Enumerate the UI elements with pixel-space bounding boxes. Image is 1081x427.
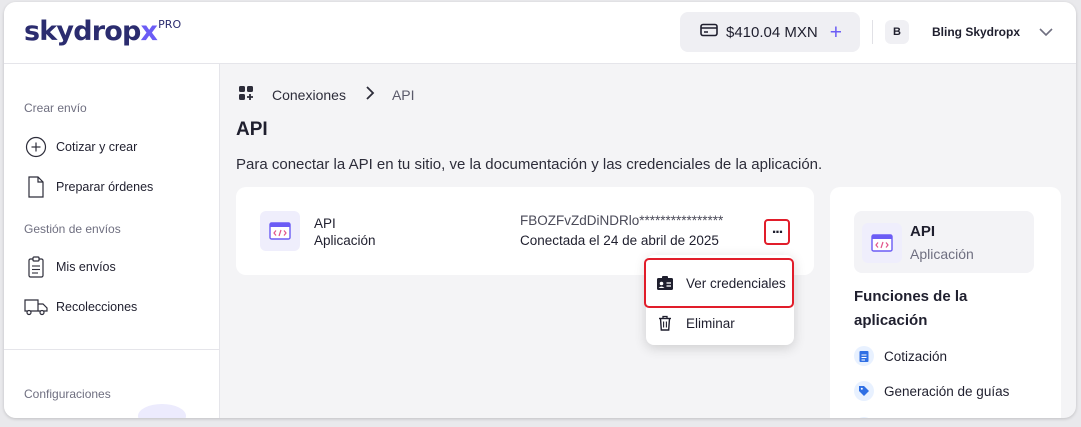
sidebar-item-label: Cotizar y crear — [56, 140, 138, 154]
more-options-button[interactable]: ... — [764, 219, 790, 245]
breadcrumb: Conexiones API — [238, 85, 415, 104]
logo-text: skydrop — [24, 16, 141, 47]
delete-menu-item[interactable]: Eliminar — [646, 311, 735, 335]
sidebar-item-shipments[interactable]: Mis envíos — [24, 255, 116, 279]
feature-quote: Cotización — [854, 346, 947, 366]
sidebar-section-config: Configuraciones — [24, 387, 111, 401]
skydropx-logo[interactable]: skydropxPRO — [24, 16, 181, 47]
sidebar-section-manage: Gestión de envíos — [24, 222, 121, 236]
sidebar-section-create: Crear envío — [24, 101, 87, 115]
balance-button[interactable]: $410.04 MXN + — [680, 12, 860, 52]
sidebar-item-quote[interactable]: Cotizar y crear — [24, 135, 137, 159]
connection-options-menu: Ver credenciales Eliminar — [644, 255, 794, 345]
plus-circle-icon — [24, 135, 48, 159]
feature-label: Cotización — [884, 348, 948, 364]
avatar[interactable]: B — [885, 20, 909, 44]
logo-pro-badge: PRO — [158, 18, 182, 31]
sidebar-item-label: Recolecciones — [56, 300, 138, 314]
document-icon — [24, 175, 48, 199]
functions-title: Funciones de la aplicación — [854, 288, 968, 329]
connection-api-key: FBOZFvZdDiNDRlo**************** — [520, 213, 724, 228]
sidebar-item-label: Preparar órdenes — [56, 180, 154, 194]
page-title: API — [236, 119, 268, 140]
sidebar-item-label: Mis envíos — [56, 260, 116, 274]
feature-label: Generación de guías — [884, 383, 1010, 399]
apps-icon — [238, 85, 254, 104]
sidebar: Crear envío Cotizar y crear Preparar órd… — [4, 64, 220, 418]
connection-status: Conectada el 24 de abril de 2025 — [520, 233, 719, 248]
code-window-icon — [260, 211, 300, 251]
app-name: API — [910, 223, 936, 240]
app-summary: API Aplicación — [854, 211, 1034, 273]
sidebar-item-orders[interactable]: Preparar órdenes — [24, 175, 153, 199]
wallet-icon — [700, 23, 718, 42]
feature-icon-partial — [854, 417, 874, 418]
breadcrumb-current: API — [391, 86, 415, 103]
sidebar-item-pickups[interactable]: Recolecciones — [24, 295, 137, 319]
app-details-panel: API Aplicación Funciones de la aplicació… — [830, 187, 1061, 418]
chevron-right-icon — [364, 85, 376, 104]
menu-item-label: Ver credenciales — [686, 275, 786, 291]
id-card-icon — [654, 275, 676, 291]
truck-icon — [24, 295, 48, 319]
tag-icon — [854, 381, 874, 401]
sidebar-decoration — [138, 404, 186, 418]
header-divider — [872, 20, 873, 44]
breadcrumb-connections[interactable]: Conexiones — [272, 87, 346, 103]
add-funds-icon[interactable]: + — [830, 22, 842, 43]
clipboard-list-icon — [854, 346, 874, 366]
page-description: Para conectar la API en tu sitio, ve la … — [236, 156, 823, 173]
view-credentials-menu-item[interactable]: Ver credenciales — [644, 258, 794, 308]
app-type: Aplicación — [910, 246, 974, 262]
feature-labels: Generación de guías — [854, 381, 1009, 401]
app-window: skydropxPRO $410.04 MXN + B Bling Skydro… — [4, 2, 1076, 418]
clipboard-icon — [24, 255, 48, 279]
trash-icon — [654, 315, 676, 331]
code-window-icon — [862, 223, 902, 263]
top-bar: skydropxPRO $410.04 MXN + B Bling Skydro… — [4, 2, 1076, 64]
username[interactable]: Bling Skydropx — [932, 25, 1020, 39]
logo-x: x — [140, 16, 158, 47]
connection-type: Aplicación — [314, 233, 376, 248]
connection-name: API — [314, 216, 336, 231]
chevron-down-icon[interactable] — [1038, 24, 1054, 45]
sidebar-divider — [4, 349, 220, 350]
balance-amount: $410.04 MXN — [726, 23, 818, 41]
menu-item-label: Eliminar — [686, 315, 735, 331]
